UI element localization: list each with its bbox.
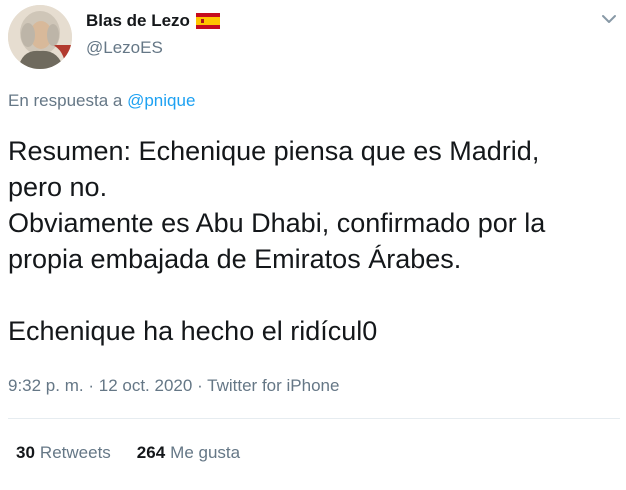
retweets-count: 30 [16, 443, 35, 462]
tweet-time[interactable]: 9:32 p. m. [8, 376, 84, 395]
likes-count: 264 [136, 443, 166, 462]
spain-flag-icon [195, 13, 220, 29]
chevron-down-icon[interactable] [600, 12, 618, 26]
tweet-text-blank-line [8, 277, 620, 313]
tweet-meta: 9:32 p. m. · 12 oct. 2020 · Twitter for … [8, 376, 339, 396]
meta-separator: · [88, 376, 95, 395]
reply-context: En respuesta a @pnique [8, 91, 195, 111]
tweet-stats: 30 Retweets 264 Me gusta [16, 443, 266, 463]
tweet-text-line: pero no. [8, 172, 108, 202]
tweet-source[interactable]: Twitter for iPhone [207, 376, 339, 395]
author-handle[interactable]: @LezoES [86, 38, 163, 58]
tweet-text-line: Resumen: Echenique piensa que es Madrid, [8, 136, 540, 166]
likes-label: Me gusta [170, 443, 241, 462]
tweet: Blas de Lezo @LezoES En respuesta a @pni… [0, 0, 626, 490]
divider [8, 418, 620, 419]
tweet-text-line: Obviamente es Abu Dhabi, confirmado por … [8, 208, 546, 238]
reply-mention-link[interactable]: @pnique [127, 91, 195, 110]
author-display-name[interactable]: Blas de Lezo [86, 11, 190, 31]
retweets-label: Retweets [39, 443, 111, 462]
tweet-text: Resumen: Echenique piensa que es Madrid,… [8, 133, 620, 349]
meta-separator: · [197, 376, 203, 395]
author-name-row: Blas de Lezo [86, 11, 220, 31]
reply-prefix: En respuesta a [8, 91, 123, 110]
retweets-stat[interactable]: 30 Retweets [16, 443, 111, 463]
tweet-date[interactable]: 12 oct. 2020 [99, 376, 193, 395]
tweet-text-line: propia embajada de Emiratos Árabes. [8, 244, 462, 274]
tweet-text-line: Echenique ha hecho el ridícul0 [8, 316, 378, 346]
avatar[interactable] [8, 5, 72, 69]
likes-stat[interactable]: 264 Me gusta [137, 443, 240, 463]
